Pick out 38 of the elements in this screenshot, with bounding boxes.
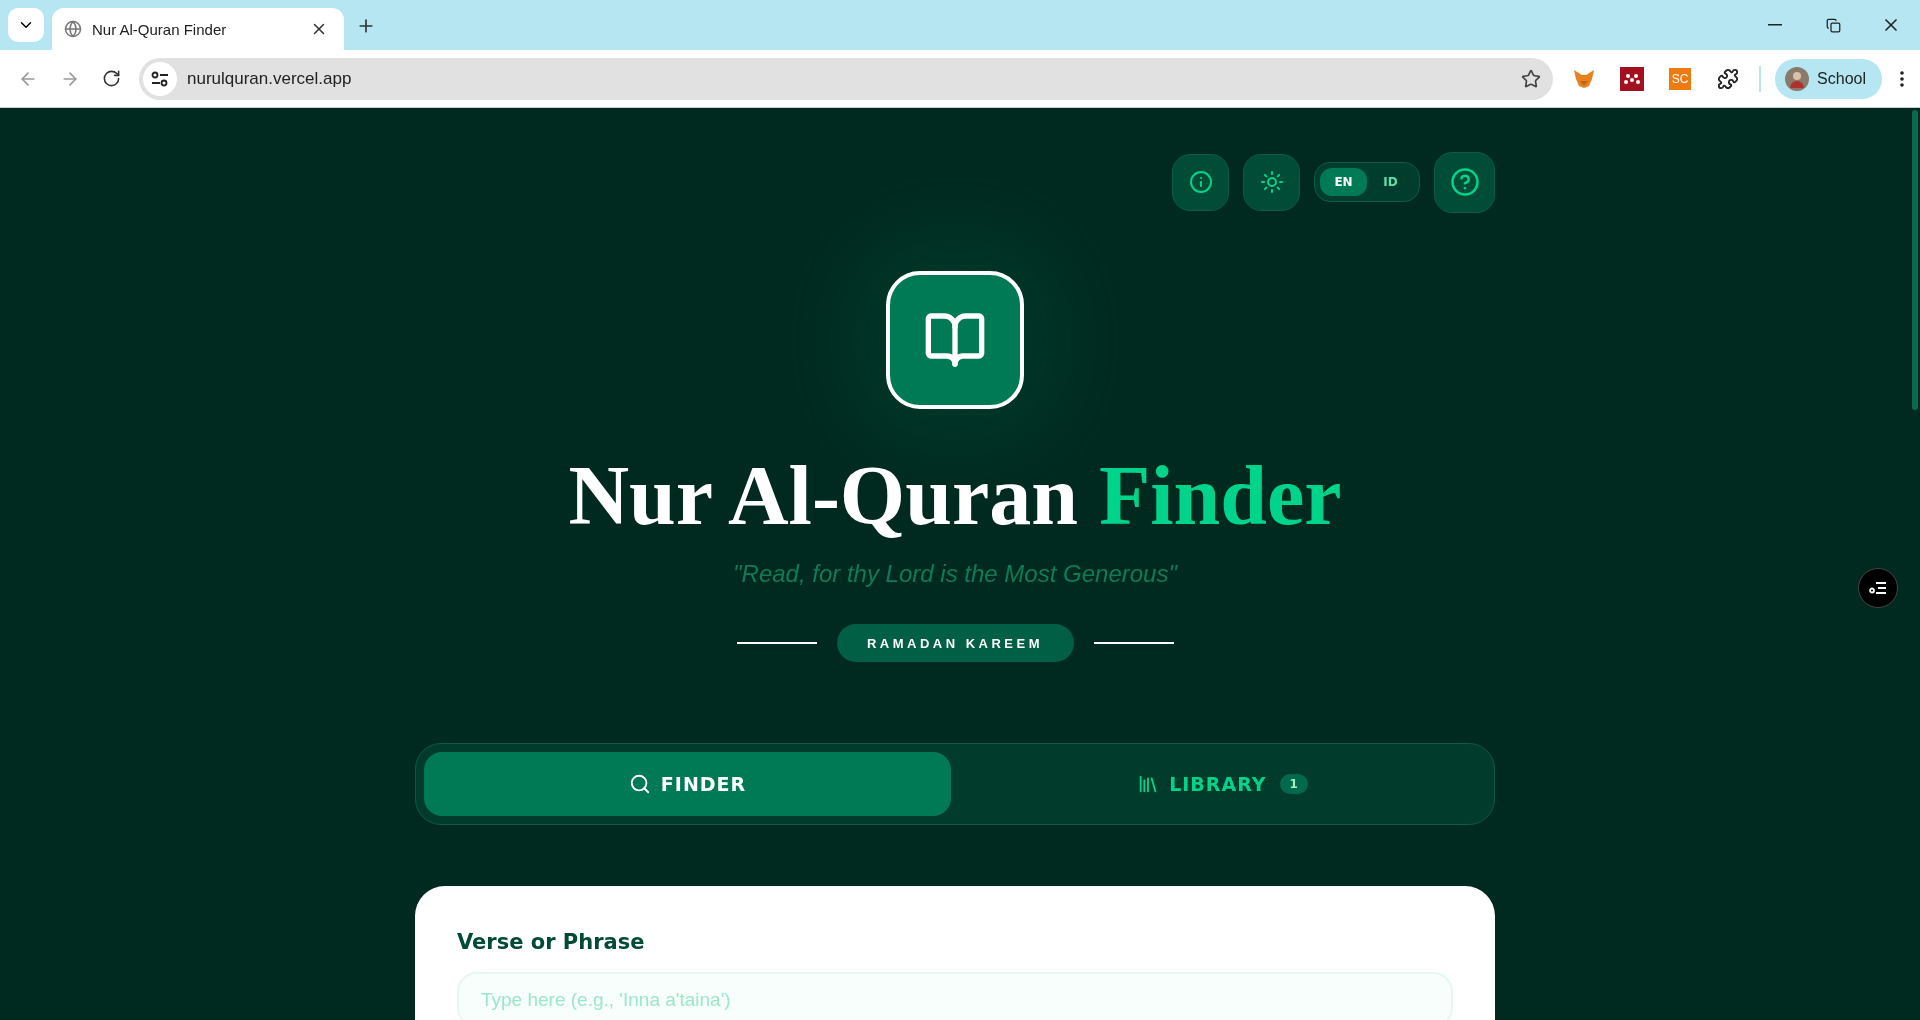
profile-button[interactable]: School [1775,58,1882,99]
grid-icon [1620,66,1645,91]
app-title: Nur Al-Quran Finder [568,450,1342,543]
star-icon [1521,68,1542,89]
info-icon [1188,170,1213,194]
sun-icon [1259,170,1284,194]
restore-icon [1825,17,1841,33]
puzzle-icon [1717,67,1740,90]
info-button[interactable] [1172,153,1229,211]
tab-title: Nur Al-Quran Finder [92,20,228,38]
fox-icon [1573,68,1596,89]
quote: "Read, for thy Lord is the Most Generous" [733,560,1177,589]
scrollbar-thumb[interactable] [1912,110,1918,410]
help-button[interactable] [1434,151,1495,213]
minimize-icon [1768,24,1782,26]
avatar-icon [1785,66,1810,91]
address-bar[interactable]: nurulquran.vercel.app [139,57,1554,100]
extension-label: SC [1669,67,1692,90]
globe-icon [64,20,82,38]
field-label: Verse or Phrase [457,930,646,955]
reload-icon [102,69,121,88]
list-icon [1869,581,1887,595]
search-icon [628,773,651,796]
language-option[interactable]: ID [1367,168,1414,196]
floating-menu-button[interactable] [1858,568,1898,608]
help-icon [1449,167,1480,197]
language-option[interactable]: EN [1320,168,1367,196]
verse-input[interactable]: Type here (e.g., 'Inna a'taina') [457,972,1453,1020]
site-info-button[interactable] [143,61,177,96]
url-text: nurulquran.vercel.app [187,68,353,89]
menu-icon [1900,70,1904,87]
mode-tab[interactable]: LIBRARY 1 [959,752,1486,817]
ramadan-badge: RAMADAN KAREEM [836,624,1074,663]
mode-tab[interactable]: FINDER [424,752,951,817]
theme-button[interactable] [1243,153,1300,211]
browser-tab[interactable]: Nur Al-Quran Finder [52,8,344,50]
count-badge: 1 [1280,774,1308,795]
sliders-icon [151,70,169,87]
